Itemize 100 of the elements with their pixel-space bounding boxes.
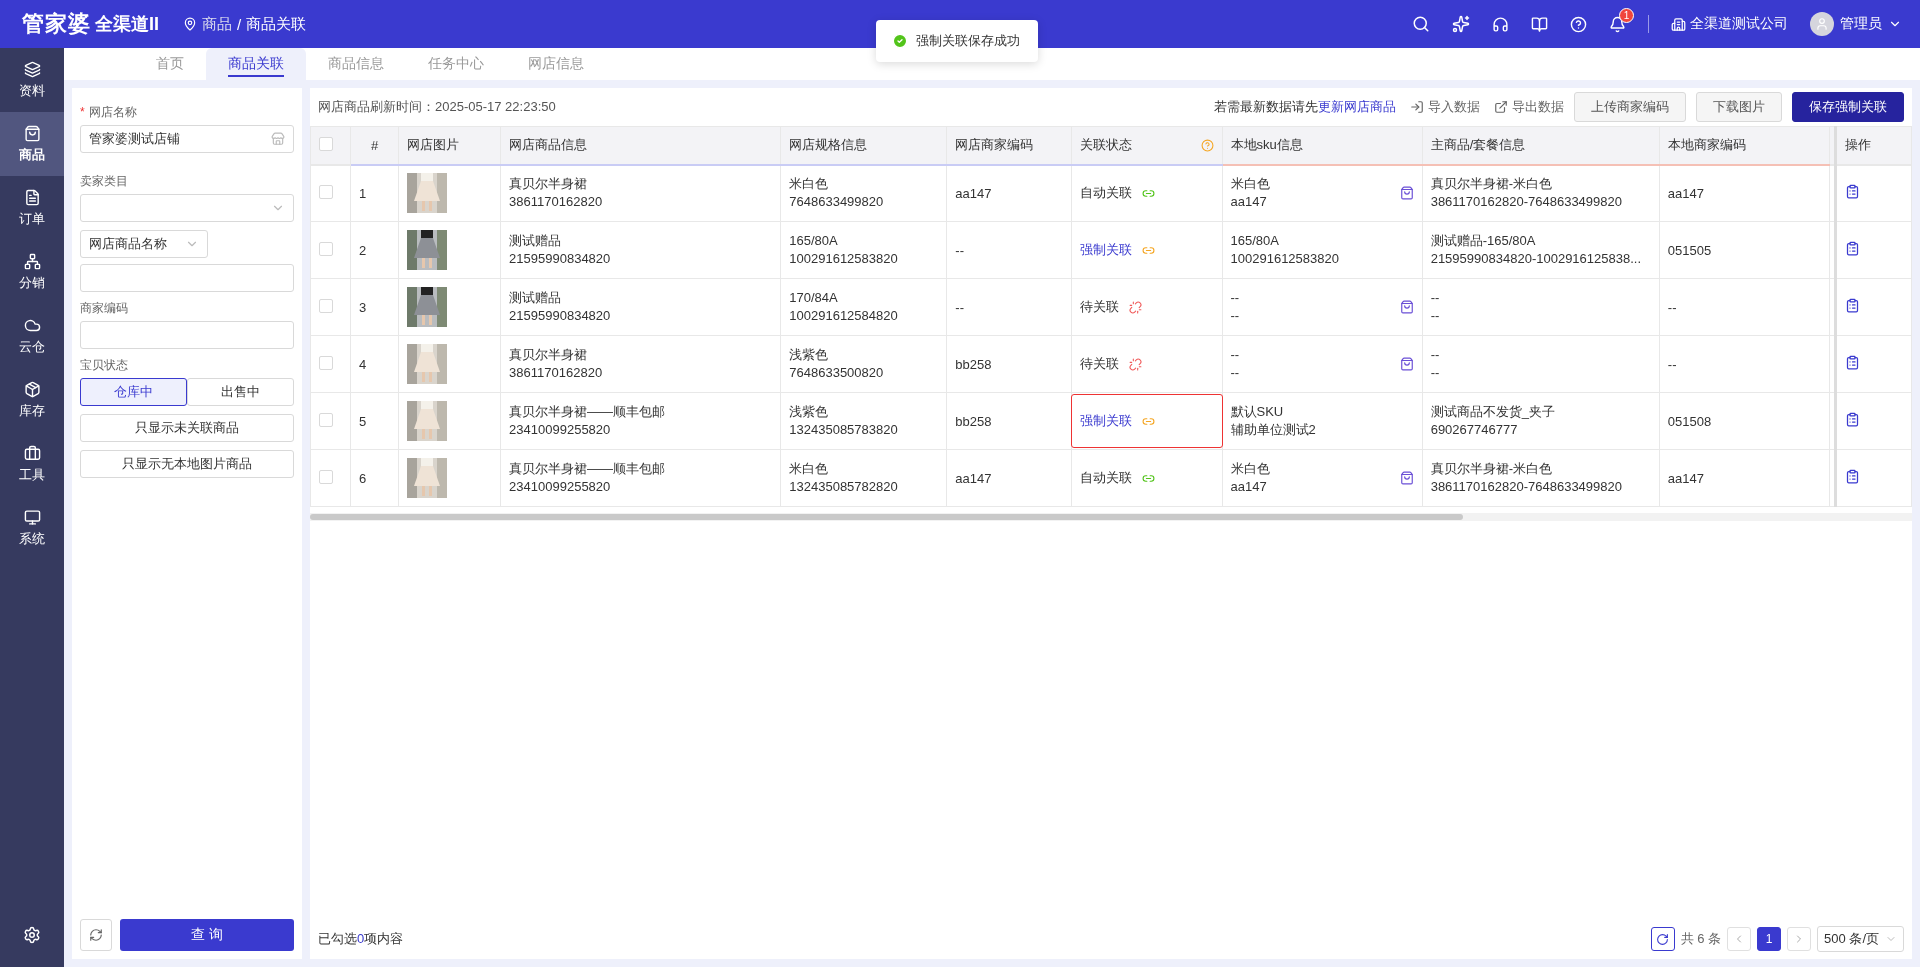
product-name: 真贝尔半身裙 — [509, 346, 589, 364]
toolbar-button[interactable]: 上传商家编码 — [1574, 92, 1686, 122]
nav-item[interactable]: 订单 — [0, 176, 64, 240]
sku-info: -- — [1230, 364, 1240, 382]
input-field[interactable] — [80, 264, 294, 292]
spec-id: 100291612583820 — [789, 250, 899, 268]
clipboard-icon[interactable] — [1844, 241, 1860, 256]
checkbox[interactable] — [319, 469, 333, 484]
breadcrumb-separator: / — [237, 15, 242, 33]
breadcrumb-item[interactable]: 商品 — [202, 14, 232, 34]
product-name: 真贝尔半身裙 — [509, 175, 589, 194]
clipboard-icon[interactable] — [1844, 184, 1860, 200]
local-code: aa147 — [1667, 470, 1704, 486]
page-button[interactable]: 1 — [1757, 927, 1782, 951]
clipboard-icon[interactable] — [1844, 469, 1860, 484]
export-icon — [1494, 100, 1508, 114]
clipboard-icon[interactable] — [1844, 298, 1860, 313]
settings-icon[interactable] — [23, 926, 41, 944]
help-icon — [1200, 138, 1214, 152]
field-label: 商家编码 — [80, 300, 129, 317]
nav-item[interactable]: 工具 — [0, 432, 64, 496]
local-code: aa147 — [1667, 185, 1704, 201]
export-link[interactable]: 导出数据 — [1512, 98, 1564, 116]
link-status: 自动关联 — [1080, 469, 1133, 487]
reset-button[interactable] — [80, 919, 112, 951]
main-product-info: 测试商品不发货_夹子 — [1430, 403, 1556, 421]
merchant-code: -- — [955, 242, 965, 258]
bag-icon[interactable] — [1399, 300, 1414, 314]
nav-item[interactable]: 云仓 — [0, 304, 64, 368]
page-size-select[interactable]: 500 条/页 — [1817, 926, 1904, 952]
total-count: 共 6 条 — [1680, 930, 1722, 948]
nav-item[interactable]: 系统 — [0, 496, 64, 560]
nav-item[interactable]: 分销 — [0, 240, 64, 304]
update-link[interactable]: 更新网店商品 — [1318, 99, 1396, 114]
product-name: 真贝尔半身裙——顺丰包邮 — [509, 460, 667, 478]
filter-button[interactable]: 只显示无本地图片商品 — [80, 450, 294, 478]
sku-info: 100291612583820 — [1230, 250, 1339, 268]
nav-item[interactable]: 商品 — [0, 112, 64, 176]
search-icon[interactable] — [1412, 15, 1430, 33]
sku-info: aa147 — [1230, 478, 1268, 496]
product-id: 21595990834820 — [509, 250, 612, 268]
bell-icon[interactable] — [1609, 15, 1626, 33]
briefcase-icon — [23, 444, 41, 462]
search-type-select[interactable]: 网店商品名称 — [80, 230, 208, 258]
avatar[interactable] — [1810, 12, 1834, 36]
store-field[interactable]: 管家婆测试店铺 — [80, 125, 294, 153]
horizontal-scrollbar[interactable] — [310, 513, 1912, 521]
segment-button[interactable]: 出售中 — [187, 378, 294, 406]
row-number: 4 — [359, 356, 367, 372]
bag-icon[interactable] — [1399, 186, 1414, 201]
user-name[interactable]: 管理员 — [1840, 15, 1882, 33]
column-header: 网店规格信息 — [789, 137, 868, 153]
import-link[interactable]: 导入数据 — [1428, 98, 1480, 116]
nav-item[interactable]: 资料 — [0, 48, 64, 112]
main-product-info: 21595990834820-1002916125838... — [1430, 250, 1643, 268]
sku-info: 米白色 — [1230, 175, 1270, 194]
sku-info: -- — [1230, 289, 1240, 307]
clipboard-icon[interactable] — [1844, 355, 1860, 370]
store-icon — [271, 132, 285, 146]
checkbox[interactable] — [319, 241, 333, 256]
checkbox[interactable] — [319, 136, 333, 151]
checkbox[interactable] — [319, 184, 333, 199]
bag-icon[interactable] — [1399, 357, 1414, 371]
book-icon[interactable] — [1531, 15, 1548, 33]
segment-button[interactable]: 仓库中 — [80, 378, 187, 406]
input-field[interactable] — [80, 321, 294, 349]
product-name: 测试赠品 — [509, 232, 563, 250]
field-label: 卖家类目 — [80, 173, 129, 190]
column-header: 关联状态 — [1080, 136, 1133, 155]
main-product-info: 真贝尔半身裙-米白色 — [1430, 175, 1553, 194]
checkbox[interactable] — [319, 298, 333, 313]
spec-id: 7648633500820 — [789, 364, 885, 382]
breadcrumb-item[interactable]: 商品关联 — [246, 14, 307, 34]
merchant-code: bb258 — [955, 356, 992, 372]
nav-item[interactable]: 库存 — [0, 368, 64, 432]
toolbar-button[interactable]: 保存强制关联 — [1792, 92, 1904, 122]
spec-id: 132435085783820 — [789, 421, 899, 439]
clipboard-icon[interactable] — [1844, 412, 1860, 427]
toolbar-button[interactable]: 下载图片 — [1696, 92, 1782, 122]
checkbox[interactable] — [319, 355, 333, 370]
import-icon — [1410, 100, 1424, 114]
refresh-button[interactable] — [1650, 927, 1675, 951]
merchant-code: -- — [955, 299, 965, 315]
main-product-info: -- — [1430, 346, 1441, 364]
help-icon[interactable] — [1570, 15, 1587, 33]
company-name[interactable]: 全渠道测试公司 — [1690, 15, 1788, 33]
headset-icon[interactable] — [1492, 15, 1509, 33]
success-icon — [892, 33, 908, 49]
filter-button[interactable]: 只显示未关联商品 — [80, 414, 294, 442]
tab[interactable]: 商品关联 — [206, 48, 306, 80]
column-header: 网店商家编码 — [955, 137, 1034, 153]
bag-icon[interactable] — [1399, 471, 1414, 485]
logo-subtitle: 全渠道II — [95, 13, 159, 36]
local-code: -- — [1667, 299, 1677, 315]
query-button[interactable]: 查 询 — [120, 919, 294, 951]
checkbox[interactable] — [319, 412, 333, 427]
spec-name: 米白色 — [789, 460, 830, 478]
link-status: 强制关联 — [1080, 241, 1133, 259]
product-id: 3861170162820 — [509, 364, 604, 382]
sparkle-icon[interactable] — [1452, 15, 1470, 33]
